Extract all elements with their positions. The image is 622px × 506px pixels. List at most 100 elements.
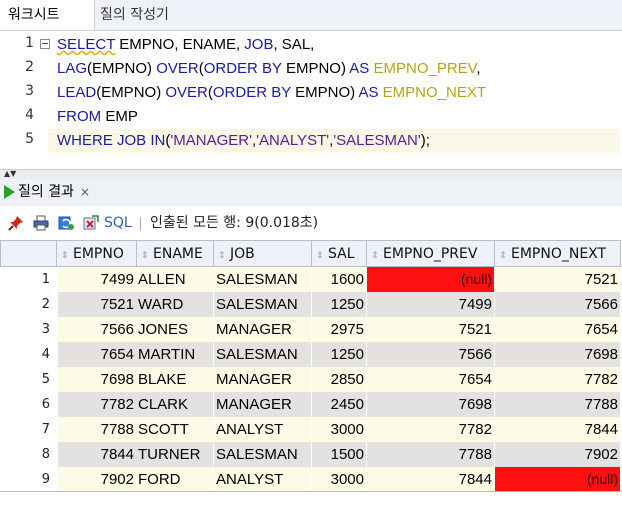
table-cell-job[interactable]: SALESMAN (214, 342, 311, 367)
sort-icon[interactable]: ⇕ (371, 243, 380, 266)
table-cell-sal[interactable]: 3000 (312, 417, 366, 442)
code-line[interactable]: FROM EMP (48, 105, 620, 129)
table-cell-ename[interactable]: BLAKE (136, 367, 213, 392)
table-cell-empno-next[interactable]: 7902 (495, 442, 620, 467)
close-tab-icon[interactable]: × (80, 185, 90, 199)
table-cell-empno[interactable]: 7782 (58, 392, 136, 417)
table-cell-empno[interactable]: 7902 (58, 467, 136, 492)
table-cell-ename[interactable]: TURNER (136, 442, 213, 467)
row-number[interactable]: 7 (0, 417, 56, 442)
table-cell-empno-prev[interactable]: 7566 (367, 342, 494, 367)
table-cell-sal[interactable]: 2450 (312, 392, 366, 417)
code-token: AS (358, 84, 379, 101)
column-header-sal[interactable]: ⇕ SAL (311, 240, 367, 267)
table-cell-empno-next[interactable]: 7698 (495, 342, 620, 367)
table-cell-empno-next[interactable]: (null) (495, 467, 620, 492)
table-cell-ename[interactable]: CLARK (136, 392, 213, 417)
column-header-label: ENAME (153, 246, 203, 262)
column-header-label: EMPNO (73, 246, 124, 262)
sql-editor[interactable]: 1 2 3 4 5 SELECT EMPNO, ENAME, JOB, SAL,… (0, 31, 622, 169)
table-cell-empno[interactable]: 7788 (58, 417, 136, 442)
table-cell-empno-next[interactable]: 7844 (495, 417, 620, 442)
row-number[interactable]: 5 (0, 367, 56, 392)
refresh-sql-icon[interactable] (58, 215, 74, 231)
grid-bottom-border (0, 491, 622, 492)
table-cell-empno-next[interactable]: 7788 (495, 392, 620, 417)
column-header-job[interactable]: ⇕ JOB (213, 240, 312, 267)
row-number[interactable]: 1 (0, 267, 56, 292)
code-token: SELECT (57, 36, 116, 53)
table-cell-sal[interactable]: 2975 (312, 317, 366, 342)
column-header-ename[interactable]: ⇕ ENAME (136, 240, 214, 267)
table-cell-empno-prev[interactable]: 7782 (367, 417, 494, 442)
code-line[interactable]: LEAD(EMPNO) OVER(ORDER BY EMPNO) AS EMPN… (48, 81, 620, 105)
code-line[interactable]: SELECT EMPNO, ENAME, JOB, SAL, (48, 33, 620, 57)
table-cell-sal[interactable]: 3000 (312, 467, 366, 492)
row-number[interactable]: 2 (0, 292, 56, 317)
table-cell-empno-next[interactable]: 7566 (495, 292, 620, 317)
table-cell-empno[interactable]: 7698 (58, 367, 136, 392)
table-cell-empno-next[interactable]: 7782 (495, 367, 620, 392)
table-cell-empno[interactable]: 7521 (58, 292, 136, 317)
print-icon[interactable] (33, 215, 49, 231)
table-cell-empno-prev[interactable]: 7788 (367, 442, 494, 467)
row-number[interactable]: 6 (0, 392, 56, 417)
table-cell-empno-next[interactable]: 7654 (495, 317, 620, 342)
splitter-arrows-icon[interactable]: ▲▼ (4, 169, 16, 178)
column-header-empno-next[interactable]: ⇕ EMPNO_NEXT (494, 240, 621, 267)
row-number[interactable]: 4 (0, 342, 56, 367)
sort-icon[interactable]: ⇕ (499, 243, 508, 266)
code-line[interactable]: LAG(EMPNO) OVER(ORDER BY EMPNO) AS EMPNO… (48, 57, 620, 81)
table-cell-sal[interactable]: 1250 (312, 342, 366, 367)
code-token: (EMPNO) (96, 84, 166, 101)
table-cell-ename[interactable]: ALLEN (136, 267, 213, 292)
table-cell-ename[interactable]: SCOTT (136, 417, 213, 442)
table-cell-ename[interactable]: JONES (136, 317, 213, 342)
column-header-label: EMPNO_NEXT (511, 246, 607, 262)
table-cell-job[interactable]: ANALYST (214, 417, 311, 442)
table-cell-empno-prev[interactable]: 7521 (367, 317, 494, 342)
sort-icon[interactable]: ⇕ (141, 243, 150, 266)
table-cell-ename[interactable]: FORD (136, 467, 213, 492)
pin-icon[interactable] (8, 215, 24, 231)
table-cell-empno[interactable]: 7499 (58, 267, 136, 292)
code-token: EMPNO_PREV (373, 60, 477, 77)
tab-query-builder[interactable]: 질의 작성기 (92, 0, 177, 30)
table-cell-empno-next[interactable]: 7521 (495, 267, 620, 292)
table-cell-empno[interactable]: 7844 (58, 442, 136, 467)
code-line[interactable]: WHERE JOB IN('MANAGER','ANALYST','SALESM… (48, 129, 620, 153)
table-cell-empno-prev[interactable]: 7654 (367, 367, 494, 392)
table-cell-job[interactable]: SALESMAN (214, 442, 311, 467)
table-cell-sal[interactable]: 1250 (312, 292, 366, 317)
column-header-empno[interactable]: ⇕ EMPNO (56, 240, 137, 267)
table-cell-empno[interactable]: 7654 (58, 342, 136, 367)
tab-worksheet[interactable]: 워크시트 (0, 0, 95, 30)
table-cell-ename[interactable]: MARTIN (136, 342, 213, 367)
table-cell-empno[interactable]: 7566 (58, 317, 136, 342)
column-header-empno-prev[interactable]: ⇕ EMPNO_PREV (366, 240, 495, 267)
row-number[interactable]: 9 (0, 467, 56, 492)
export-icon[interactable] (83, 215, 99, 231)
table-cell-empno-prev[interactable]: 7844 (367, 467, 494, 492)
tab-query-result[interactable]: 질의 결과 × (0, 179, 90, 206)
table-cell-sal[interactable]: 1600 (312, 267, 366, 292)
table-cell-job[interactable]: SALESMAN (214, 267, 311, 292)
table-cell-ename[interactable]: WARD (136, 292, 213, 317)
row-number[interactable]: 8 (0, 442, 56, 467)
table-cell-empno-prev[interactable]: 7698 (367, 392, 494, 417)
tab-query-result-label: 질의 결과 (18, 184, 74, 200)
table-cell-job[interactable]: MANAGER (214, 392, 311, 417)
row-number[interactable]: 3 (0, 317, 56, 342)
sort-icon[interactable]: ⇕ (316, 243, 325, 266)
table-cell-job[interactable]: MANAGER (214, 367, 311, 392)
table-cell-job[interactable]: ANALYST (214, 467, 311, 492)
sort-icon[interactable]: ⇕ (218, 243, 227, 266)
table-cell-sal[interactable]: 1500 (312, 442, 366, 467)
table-cell-sal[interactable]: 2850 (312, 367, 366, 392)
sql-link[interactable]: SQL (104, 207, 132, 239)
table-cell-empno-prev[interactable]: 7499 (367, 292, 494, 317)
table-cell-job[interactable]: SALESMAN (214, 292, 311, 317)
sort-icon[interactable]: ⇕ (61, 243, 70, 266)
table-cell-empno-prev[interactable]: (null) (367, 267, 494, 292)
table-cell-job[interactable]: MANAGER (214, 317, 311, 342)
